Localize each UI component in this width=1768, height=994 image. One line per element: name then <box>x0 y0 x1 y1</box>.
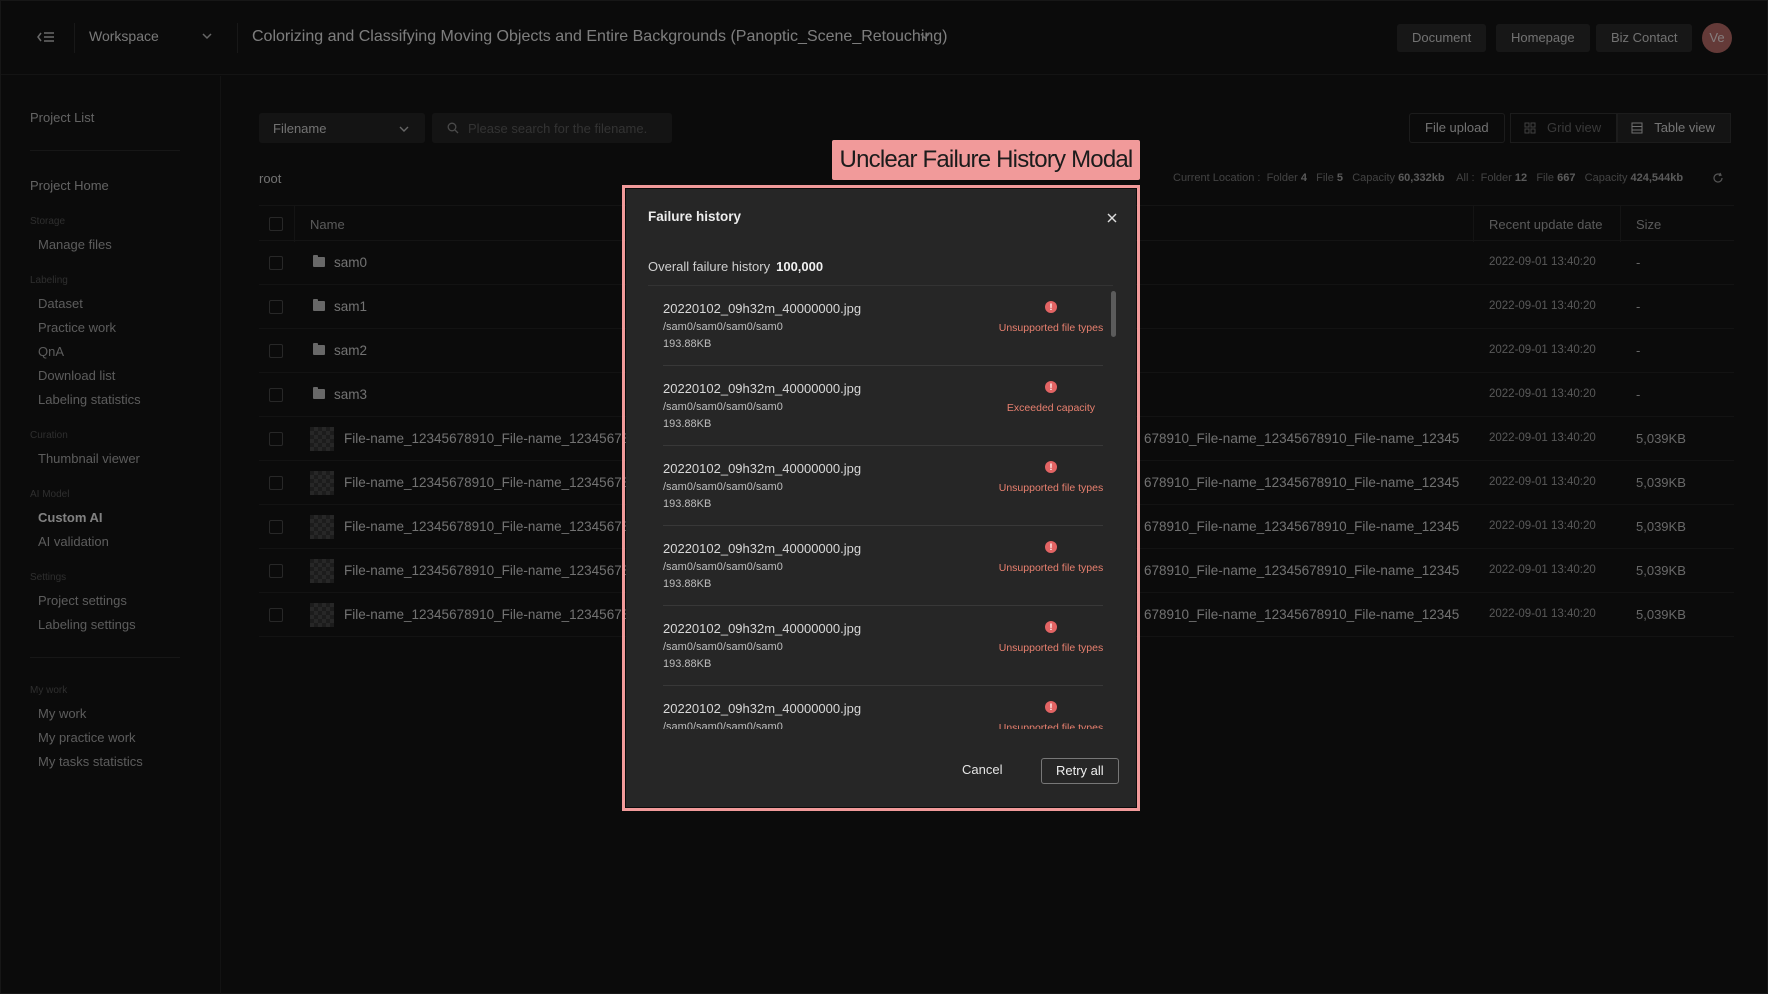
failure-history-modal: Failure history Overall failure history 1… <box>626 189 1136 807</box>
failure-item-filename: 20220102_09h32m_40000000.jpg <box>663 621 862 636</box>
failure-item-path: /sam0/sam0/sam0/sam0 <box>663 401 783 413</box>
failure-item-path: /sam0/sam0/sam0/sam0 <box>663 561 783 573</box>
failure-item-size: 193.88KB <box>663 578 712 590</box>
failure-item-reason: Unsupported file types <box>998 642 1104 654</box>
error-icon: ! <box>1045 301 1057 313</box>
failure-list[interactable]: 20220102_09h32m_40000000.jpg/sam0/sam0/s… <box>648 286 1113 729</box>
failure-item-path: /sam0/sam0/sam0/sam0 <box>663 721 783 729</box>
failure-item-path: /sam0/sam0/sam0/sam0 <box>663 481 783 493</box>
failure-item: 20220102_09h32m_40000000.jpg/sam0/sam0/s… <box>663 366 1103 446</box>
error-icon: ! <box>1045 461 1057 473</box>
failure-item-path: /sam0/sam0/sam0/sam0 <box>663 641 783 653</box>
error-icon: ! <box>1045 381 1057 393</box>
retry-all-button[interactable]: Retry all <box>1041 758 1119 784</box>
failure-item-reason: Unsupported file types <box>998 482 1104 494</box>
modal-title: Failure history <box>648 209 742 224</box>
close-icon[interactable] <box>1106 212 1118 224</box>
failure-item-size: 193.88KB <box>663 418 712 430</box>
overall-failure-count: 100,000 <box>776 259 824 274</box>
failure-item-size: 193.88KB <box>663 338 712 350</box>
cancel-button[interactable]: Cancel <box>958 757 1006 783</box>
failure-item-filename: 20220102_09h32m_40000000.jpg <box>663 701 862 716</box>
failure-item: 20220102_09h32m_40000000.jpg/sam0/sam0/s… <box>663 606 1103 686</box>
overall-failure-label: Overall failure history <box>648 259 771 274</box>
failure-item-reason: Exceeded capacity <box>1006 402 1096 414</box>
annotation-label: Unclear Failure History Modal <box>832 140 1140 180</box>
error-icon: ! <box>1045 541 1057 553</box>
failure-item-filename: 20220102_09h32m_40000000.jpg <box>663 461 862 476</box>
failure-item-reason: Unsupported file types <box>998 322 1104 334</box>
failure-item-filename: 20220102_09h32m_40000000.jpg <box>663 301 862 316</box>
overall-failure-history: Overall failure history 100,000 <box>648 259 823 274</box>
failure-item-size: 193.88KB <box>663 498 712 510</box>
failure-item: 20220102_09h32m_40000000.jpg/sam0/sam0/s… <box>663 526 1103 606</box>
error-icon: ! <box>1045 701 1057 713</box>
failure-list-scrollbar[interactable] <box>1111 291 1116 337</box>
error-icon: ! <box>1045 621 1057 633</box>
failure-item: 20220102_09h32m_40000000.jpg/sam0/sam0/s… <box>663 286 1103 366</box>
failure-item-filename: 20220102_09h32m_40000000.jpg <box>663 381 862 396</box>
failure-item-reason: Unsupported file types <box>998 562 1104 574</box>
failure-item: 20220102_09h32m_40000000.jpg/sam0/sam0/s… <box>663 686 1103 729</box>
failure-item-path: /sam0/sam0/sam0/sam0 <box>663 321 783 333</box>
failure-item: 20220102_09h32m_40000000.jpg/sam0/sam0/s… <box>663 446 1103 526</box>
failure-item-size: 193.88KB <box>663 658 712 670</box>
failure-item-filename: 20220102_09h32m_40000000.jpg <box>663 541 862 556</box>
failure-item-reason: Unsupported file types <box>998 722 1104 729</box>
